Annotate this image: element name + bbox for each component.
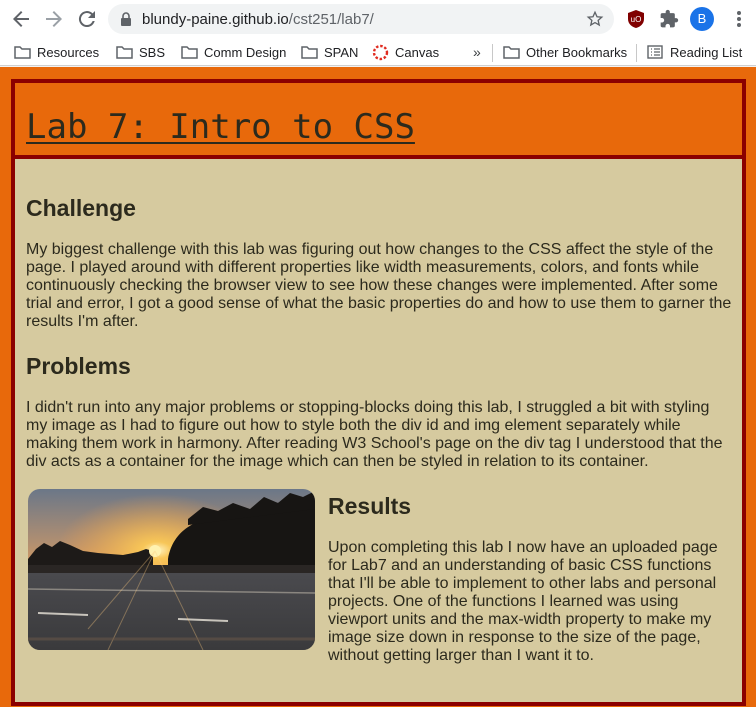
- folder-icon: [14, 46, 31, 59]
- forward-button[interactable]: [42, 7, 66, 31]
- folder-icon: [181, 46, 198, 59]
- lock-icon: [121, 12, 131, 26]
- reload-button[interactable]: [75, 7, 99, 31]
- bookmark-resources[interactable]: Resources: [14, 43, 99, 61]
- content-frame: Lab 7: Intro to CSS Challenge My biggest…: [11, 79, 746, 706]
- bookmark-canvas[interactable]: Canvas: [372, 43, 439, 61]
- bookmarks-divider: [492, 44, 493, 62]
- folder-icon: [301, 46, 318, 59]
- folder-icon: [116, 46, 133, 59]
- challenge-paragraph: My biggest challenge with this lab was f…: [26, 241, 732, 330]
- problems-heading: Problems: [26, 353, 131, 379]
- extensions-icon[interactable]: [659, 9, 679, 29]
- bookmark-reading-list[interactable]: Reading List: [647, 43, 742, 61]
- address-bar[interactable]: blundy-paine.github.io/cst251/lab7/: [108, 4, 614, 34]
- bookmarks-overflow-chevron[interactable]: »: [473, 44, 481, 60]
- canvas-icon: [372, 44, 389, 60]
- browser-toolbar: blundy-paine.github.io/cst251/lab7/ uO B: [0, 0, 756, 38]
- problems-paragraph: I didn't run into any major problems or …: [26, 399, 723, 470]
- bookmark-other-bookmarks[interactable]: Other Bookmarks: [503, 43, 627, 61]
- results-paragraph: Upon completing this lab I now have an u…: [328, 539, 718, 664]
- challenge-heading: Challenge: [26, 195, 136, 221]
- bookmark-span[interactable]: SPAN: [301, 43, 358, 61]
- folder-icon: [503, 46, 520, 59]
- bookmarks-bar: Resources SBS Comm Design SPAN Canvas » …: [0, 38, 756, 66]
- back-button[interactable]: [9, 7, 33, 31]
- svg-text:uO: uO: [631, 15, 642, 24]
- url-text: blundy-paine.github.io/cst251/lab7/: [142, 11, 374, 28]
- sunset-photo: [28, 489, 315, 650]
- bookmarks-divider: [636, 44, 637, 62]
- bookmark-star-icon[interactable]: [586, 10, 604, 28]
- forward-icon: [46, 11, 62, 27]
- reading-list-icon: [647, 45, 663, 59]
- bookmark-comm-design[interactable]: Comm Design: [181, 43, 286, 61]
- back-icon: [13, 11, 29, 27]
- ublock-icon[interactable]: uO: [626, 9, 646, 29]
- page-header: Lab 7: Intro to CSS: [15, 83, 742, 159]
- reload-icon: [78, 11, 95, 28]
- page-title[interactable]: Lab 7: Intro to CSS: [26, 107, 415, 147]
- page-background: Lab 7: Intro to CSS Challenge My biggest…: [0, 67, 756, 707]
- profile-avatar[interactable]: B: [690, 7, 714, 31]
- menu-icon[interactable]: [736, 9, 742, 29]
- bookmark-sbs[interactable]: SBS: [116, 43, 165, 61]
- results-heading: Results: [328, 493, 412, 519]
